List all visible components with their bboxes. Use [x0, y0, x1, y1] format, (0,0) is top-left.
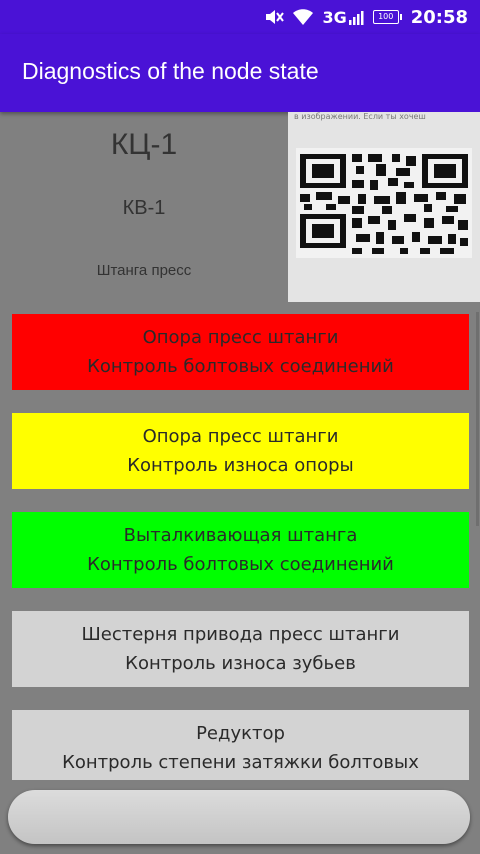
task-title: Опора пресс штанги	[142, 327, 339, 348]
qr-photo-caption: в изображении. Если ты хочеш	[294, 112, 426, 121]
task-list[interactable]: Опора пресс штанги Контроль болтовых сое…	[0, 302, 480, 780]
clock: 20:58	[410, 6, 468, 28]
battery-level: 100	[372, 10, 402, 24]
scrollbar[interactable]	[476, 312, 479, 526]
task-subtitle: Контроль болтовых соединений	[87, 356, 394, 377]
node-name: Штанга пресс	[96, 262, 192, 279]
task-title: Выталкивающая штанга	[123, 525, 358, 546]
task-item[interactable]: Опора пресс штанги Контроль болтовых сое…	[12, 314, 469, 390]
mute-icon	[264, 8, 285, 26]
qr-code-photo: в изображении. Если ты хочеш	[288, 112, 480, 302]
action-button[interactable]	[8, 790, 470, 844]
signal-icon	[348, 9, 365, 25]
task-item[interactable]: Редуктор Контроль степени затяжки болтов…	[12, 710, 469, 780]
task-title: Шестерня привода пресс штанги	[81, 624, 400, 645]
app-bar: Diagnostics of the node state	[0, 34, 480, 112]
page-title: Diagnostics of the node state	[22, 58, 319, 84]
node-sub-code: КВ-1	[122, 197, 166, 219]
task-title: Опора пресс штанги	[142, 426, 339, 447]
task-subtitle: Контроль болтовых соединений	[87, 554, 394, 575]
status-bar: 3G 100 20:58	[0, 0, 480, 34]
task-subtitle: Контроль износа зубьев	[125, 653, 356, 674]
qr-code-icon	[296, 148, 472, 258]
node-code: КЦ-1	[110, 128, 178, 161]
task-subtitle: Контроль степени затяжки болтовых	[62, 752, 419, 773]
task-subtitle: Контроль износа опоры	[127, 455, 354, 476]
task-item[interactable]: Опора пресс штанги Контроль износа опоры	[12, 413, 469, 489]
task-item[interactable]: Выталкивающая штанга Контроль болтовых с…	[12, 512, 469, 588]
battery-icon: 100	[372, 10, 402, 24]
bottom-bar	[0, 780, 480, 854]
wifi-icon	[292, 8, 314, 26]
network-type: 3G	[322, 7, 347, 27]
task-item[interactable]: Шестерня привода пресс штанги Контроль и…	[12, 611, 469, 687]
task-title: Редуктор	[196, 723, 285, 744]
